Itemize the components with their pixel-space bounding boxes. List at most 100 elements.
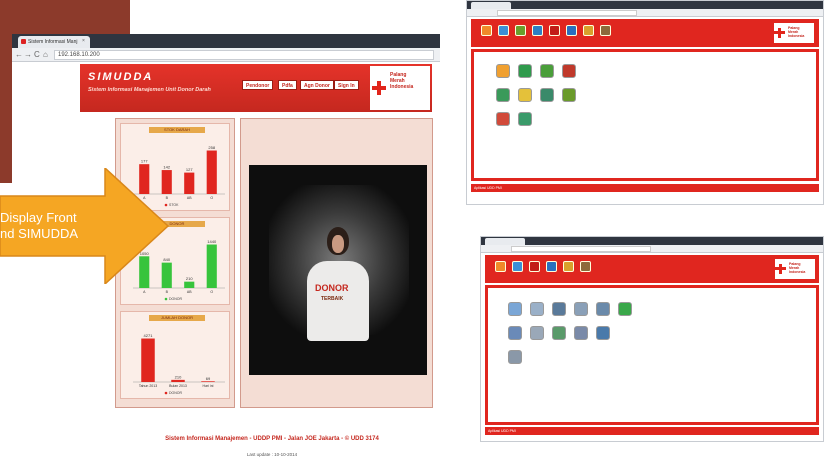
menu-tile-icon[interactable] — [562, 88, 576, 102]
users-icon[interactable] — [498, 25, 509, 36]
chart-bar — [141, 338, 155, 382]
app-header: Palang Merah Indonesia — [485, 255, 819, 283]
door-icon[interactable] — [580, 261, 591, 272]
bar-value-label: 1440 — [207, 239, 217, 244]
admin-tile-icon[interactable] — [508, 350, 522, 364]
browser-tab[interactable]: Sistem Informasi Manj × — [18, 36, 90, 48]
chart-bar — [184, 281, 195, 288]
menu-tile-icon[interactable] — [518, 88, 532, 102]
chart-bar — [201, 381, 215, 382]
menu-tile-icon[interactable] — [496, 64, 510, 78]
app-footer: Aplikasi UDD PMI — [485, 427, 819, 435]
category-label: O — [210, 196, 213, 200]
pmi-logo: Palang Merah Indonesia — [775, 259, 815, 279]
admin-tile-icon[interactable] — [508, 326, 522, 340]
menu-sign-in[interactable]: Sign In — [334, 80, 359, 90]
page-footer: Sistem Informasi Manajemen - UDDP PMI - … — [165, 436, 379, 442]
chart-title: JUMLAH DONOR — [149, 315, 205, 321]
admin-tile-icon[interactable] — [574, 302, 588, 316]
bar-value-label: 69 — [206, 376, 211, 381]
users-icon[interactable] — [512, 261, 523, 272]
admin-tile-icon[interactable] — [574, 326, 588, 340]
admin-tile-icon[interactable] — [508, 302, 522, 316]
chart-panel-jumlah: JUMLAH DONOR 4271 Tahun 2013 210 Bulan 2013… — [120, 311, 230, 399]
chart-bar — [184, 172, 195, 194]
home-icon[interactable]: ⌂ — [43, 50, 48, 60]
favicon-icon — [21, 39, 26, 44]
video-player[interactable]: DONOR TERBAIK — [249, 165, 427, 375]
reload-icon[interactable]: C — [34, 50, 40, 60]
category-label: Tahun 2013 — [139, 384, 157, 388]
forward-icon[interactable]: → — [24, 50, 32, 60]
logo-text: Palang Merah Indonesia — [789, 262, 806, 274]
bar-value-label: 177 — [141, 159, 148, 164]
report-icon[interactable] — [546, 261, 557, 272]
checkmark-icon[interactable] — [618, 302, 632, 316]
menu-pendonor[interactable]: Pendonor — [242, 80, 274, 90]
back-icon[interactable]: ← — [15, 50, 23, 60]
category-label: Bulan 2013 — [169, 384, 187, 388]
chart-bar — [171, 379, 185, 382]
close-icon[interactable]: × — [82, 38, 85, 44]
browser-toolbar: ← → C ⌂ 192.168.10.200 — [12, 48, 440, 62]
legend-label: DONOR — [169, 391, 183, 395]
browser-tab[interactable] — [485, 238, 525, 245]
app-header: SIMUDDA Sistem Informasi Manajemen Unit … — [80, 64, 432, 112]
address-bar[interactable] — [497, 10, 637, 16]
menu-tile-icon[interactable] — [518, 112, 532, 126]
tools-icon[interactable] — [563, 261, 574, 272]
menu-pdfa[interactable]: Pdfa — [278, 80, 297, 90]
video-column: DONOR TERBAIK — [240, 118, 433, 408]
monitor-icon[interactable] — [532, 25, 543, 36]
menu-tile-icon[interactable] — [518, 64, 532, 78]
category-label: O — [210, 290, 213, 294]
bar-value-label: 210 — [175, 374, 182, 379]
chart-title: STOK DARAH — [149, 127, 205, 133]
category-label: A — [143, 290, 146, 294]
address-bar[interactable] — [511, 246, 651, 252]
last-update: Last update : 10-10-2014 — [246, 452, 298, 457]
app-name: SIMUDDA — [88, 71, 154, 83]
blood-icon[interactable] — [549, 25, 560, 36]
bar-value-label: 210 — [186, 276, 193, 281]
browser-tab[interactable] — [471, 2, 511, 9]
menu-agn-donor[interactable]: Agn Donor — [300, 80, 334, 90]
blood-icon[interactable] — [529, 261, 540, 272]
globe-icon[interactable] — [515, 25, 526, 36]
donor-icon[interactable] — [495, 261, 506, 272]
presenter-face — [332, 235, 344, 253]
shirt-text: DONOR — [315, 283, 349, 293]
door-icon[interactable] — [600, 25, 611, 36]
bar-value-label: 4271 — [144, 333, 154, 338]
screenshot-main-menu: Palang Merah Indonesia Aplikasi UDD PMI — [466, 0, 824, 205]
admin-tile-icon[interactable] — [596, 326, 610, 340]
chart-bar — [206, 244, 217, 288]
app-header: Palang Merah Indonesia — [471, 19, 819, 47]
admin-grid — [485, 285, 819, 425]
menu-tile-icon[interactable] — [496, 88, 510, 102]
legend-label: DONOR — [169, 297, 183, 301]
admin-tile-icon[interactable] — [530, 326, 544, 340]
report-icon[interactable] — [566, 25, 577, 36]
logo-text: Palang Merah Indonesia — [390, 72, 414, 90]
screenshot-admin-menu: Palang Merah Indonesia Aplikasi UDD PMI — [480, 236, 824, 442]
menu-tile-icon[interactable] — [496, 112, 510, 126]
logo-text: Palang Merah Indonesia — [788, 26, 805, 38]
app-footer: Aplikasi UDD PMI — [471, 184, 819, 192]
menu-tile-icon[interactable] — [562, 64, 576, 78]
donor-icon[interactable] — [481, 25, 492, 36]
chart-jumlah: 4271 Tahun 2013 210 Bulan 2013 69 Hari ini DON… — [133, 333, 225, 395]
admin-tile-icon[interactable] — [530, 302, 544, 316]
admin-tile-icon[interactable] — [596, 302, 610, 316]
admin-tile-icon[interactable] — [552, 302, 566, 316]
menu-tile-icon[interactable] — [540, 64, 554, 78]
category-label: Hari ini — [203, 384, 214, 388]
address-bar[interactable]: 192.168.10.200 — [54, 50, 434, 60]
admin-tile-icon[interactable] — [552, 326, 566, 340]
category-label: AB — [187, 196, 192, 200]
pmi-logo: Palang Merah Indonesia — [370, 66, 430, 110]
tab-title: Sistem Informasi Manj — [28, 39, 78, 45]
tools-icon[interactable] — [583, 25, 594, 36]
tab-bar: Sistem Informasi Manj × — [12, 34, 440, 48]
menu-tile-icon[interactable] — [540, 88, 554, 102]
